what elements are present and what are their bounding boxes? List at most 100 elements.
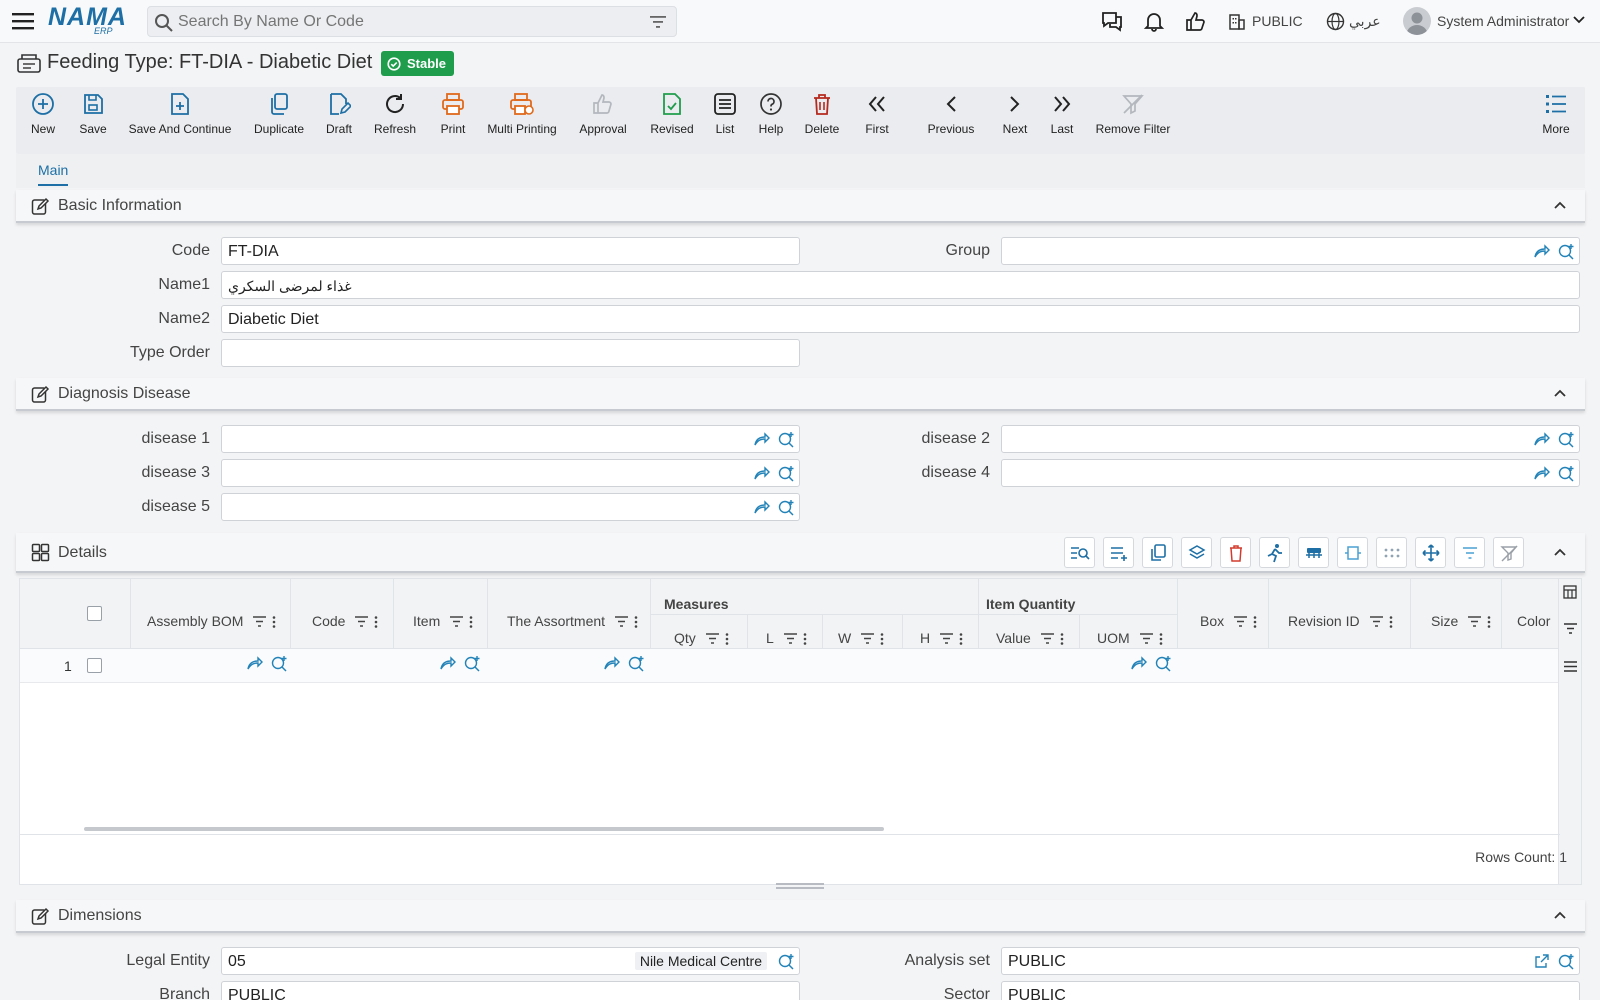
resize-handle[interactable] (776, 883, 824, 889)
open-link-icon[interactable] (1533, 243, 1550, 259)
open-link-icon[interactable] (1533, 431, 1550, 447)
search-add-icon[interactable] (271, 655, 288, 672)
disease-2-field[interactable] (1001, 425, 1580, 453)
save-and-continue-button[interactable]: Save And Continue (128, 93, 232, 136)
disease-3-field[interactable] (221, 459, 800, 487)
disease-1-field[interactable] (221, 425, 800, 453)
language-toggle[interactable]: عربي (1349, 13, 1381, 30)
column-menu-icon[interactable] (1234, 616, 1257, 629)
open-link-icon[interactable] (753, 431, 770, 447)
fit-columns-button[interactable] (1337, 537, 1368, 568)
like-icon[interactable] (1184, 10, 1206, 32)
open-link-icon[interactable] (1533, 465, 1550, 481)
search-add-icon[interactable] (628, 655, 645, 672)
group-field[interactable] (1001, 237, 1580, 265)
app-logo[interactable]: NAMA ERP (48, 4, 132, 38)
refresh-button[interactable]: Refresh (372, 93, 418, 136)
open-link-icon[interactable] (246, 655, 263, 671)
select-all-checkbox[interactable] (87, 606, 102, 621)
help-button[interactable]: Help (756, 93, 786, 136)
analysis-set-field[interactable]: PUBLIC (1001, 947, 1580, 975)
columns-icon[interactable] (1563, 585, 1577, 599)
delete-button[interactable]: Delete (803, 93, 841, 136)
column-menu-icon[interactable] (1139, 633, 1163, 646)
filter-icon[interactable] (1564, 623, 1577, 634)
column-qty[interactable]: Qty (674, 630, 729, 646)
search-add-icon[interactable] (1155, 655, 1172, 672)
delete-rows-button[interactable] (1220, 537, 1251, 568)
column-menu-icon[interactable] (1468, 616, 1491, 629)
bell-icon[interactable] (1143, 10, 1165, 32)
dots-button[interactable] (1376, 537, 1407, 568)
code-field[interactable]: FT-DIA (221, 237, 800, 265)
save-button[interactable]: Save (76, 93, 110, 136)
chevron-down-icon[interactable] (1573, 15, 1585, 25)
basic-information-header[interactable]: Basic Information (16, 190, 1585, 223)
filter-icon[interactable] (650, 15, 666, 29)
column-assortment[interactable]: The Assortment (507, 613, 638, 629)
name2-field[interactable]: Diabetic Diet (221, 305, 1580, 333)
column-menu-icon[interactable] (705, 633, 729, 646)
search-add-icon[interactable] (778, 431, 795, 448)
tab-main[interactable]: Main (38, 162, 69, 186)
search-add-icon[interactable] (464, 655, 481, 672)
last-button[interactable]: Last (1047, 93, 1077, 136)
column-item[interactable]: Item (413, 613, 473, 629)
list-button[interactable]: List (712, 93, 738, 136)
column-menu-icon[interactable] (355, 616, 378, 629)
column-revision-id[interactable]: Revision ID (1288, 613, 1393, 629)
column-menu-icon[interactable] (253, 616, 276, 629)
details-header[interactable]: Details (16, 533, 1585, 573)
column-box[interactable]: Box (1200, 613, 1257, 629)
branch-field[interactable]: PUBLIC (221, 981, 800, 1000)
remove-filter-button[interactable]: Remove Filter (1094, 93, 1172, 136)
column-value[interactable]: Value (996, 630, 1064, 646)
chevron-up-icon[interactable] (1553, 388, 1567, 398)
search-add-icon[interactable] (1558, 431, 1575, 448)
previous-button[interactable]: Previous (926, 93, 976, 136)
column-menu-icon[interactable] (615, 616, 638, 629)
legal-entity-field[interactable]: 05 Nile Medical Centre (221, 947, 800, 975)
avatar[interactable] (1403, 7, 1431, 35)
globe-icon[interactable] (1326, 12, 1345, 31)
revised-button[interactable]: Revised (648, 93, 696, 136)
column-menu-icon[interactable] (861, 633, 884, 646)
column-h[interactable]: H (920, 630, 963, 646)
hamburger-menu-icon[interactable] (12, 11, 34, 31)
chevron-up-icon[interactable] (1553, 910, 1567, 920)
column-menu-icon[interactable] (1040, 633, 1064, 646)
column-menu-icon[interactable] (940, 633, 963, 646)
move-button[interactable] (1415, 537, 1446, 568)
dimensions-header[interactable]: Dimensions (16, 900, 1585, 933)
search-add-icon[interactable] (1558, 243, 1575, 260)
clear-filter-button[interactable] (1493, 537, 1524, 568)
user-name[interactable]: System Administrator (1437, 13, 1569, 29)
chevron-up-icon[interactable] (1553, 547, 1567, 557)
run-button[interactable] (1259, 537, 1290, 568)
sector-field[interactable]: PUBLIC (1001, 981, 1580, 1000)
search-input[interactable] (178, 11, 638, 33)
table-row[interactable]: 1 (20, 649, 1560, 683)
add-row-button[interactable] (1103, 537, 1134, 568)
first-button[interactable]: First (862, 93, 892, 136)
search-add-icon[interactable] (1558, 465, 1575, 482)
horizontal-scrollbar[interactable] (84, 827, 884, 831)
column-w[interactable]: W (838, 630, 884, 646)
copy-rows-button[interactable] (1142, 537, 1173, 568)
column-uom[interactable]: UOM (1097, 630, 1163, 646)
draft-button[interactable]: Draft (324, 93, 354, 136)
column-menu-icon[interactable] (1369, 616, 1393, 629)
grid-search-button[interactable] (1064, 537, 1095, 568)
open-link-icon[interactable] (753, 465, 770, 481)
search-add-icon[interactable] (778, 465, 795, 482)
column-menu-icon[interactable] (783, 633, 807, 646)
disease-5-field[interactable] (221, 493, 800, 521)
open-link-icon[interactable] (753, 499, 770, 515)
print-button[interactable]: Print (438, 93, 468, 136)
next-button[interactable]: Next (1000, 93, 1030, 136)
duplicate-button[interactable]: Duplicate (254, 93, 304, 136)
open-link-icon[interactable] (603, 655, 620, 671)
row-checkbox[interactable] (87, 658, 102, 673)
chevron-up-icon[interactable] (1553, 200, 1567, 210)
column-assembly-bom[interactable]: Assembly BOM (147, 613, 276, 629)
